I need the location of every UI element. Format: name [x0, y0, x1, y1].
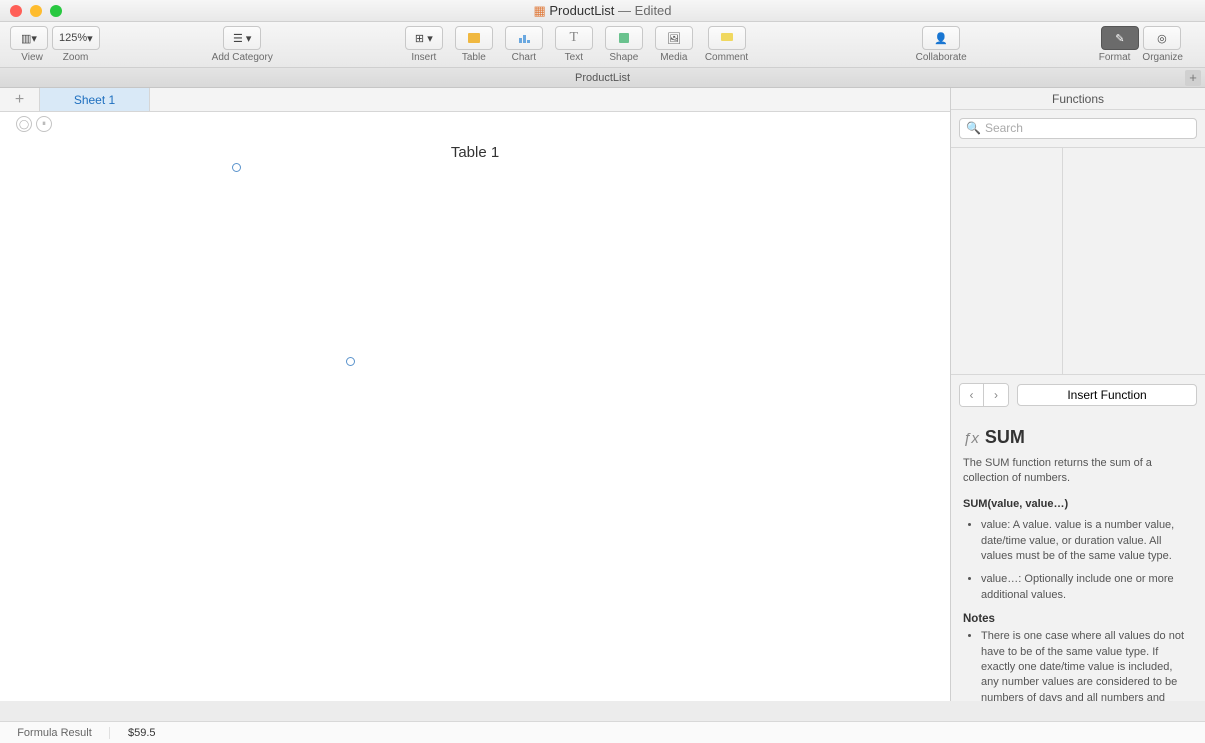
insert-label: Insert: [411, 52, 436, 63]
formula-result-value: $59.5: [110, 727, 156, 739]
add-category-button[interactable]: ☰ ▾: [223, 26, 261, 50]
format-label: Format: [1099, 52, 1131, 63]
table-button[interactable]: [455, 26, 493, 50]
function-list[interactable]: [1063, 148, 1205, 374]
plus-box-icon: ⊞ ▾: [415, 32, 433, 45]
sheet-tab[interactable]: Sheet 1: [40, 88, 150, 111]
function-forward-button[interactable]: ›: [984, 384, 1008, 406]
statusbar: Formula Result $59.5: [0, 721, 1205, 743]
inspector-title: Functions: [951, 88, 1205, 110]
sidebar-icon: ▥▾: [21, 32, 37, 45]
selection-handle-bottom[interactable]: [346, 357, 355, 366]
person-icon: 👤: [934, 32, 948, 45]
formula-result-label: Formula Result: [0, 727, 110, 739]
document-subheader: ProductList +: [0, 68, 1205, 88]
inspector-panel: Functions 🔍 Search ‹ › Insert Function ƒ…: [950, 88, 1205, 701]
chart-button[interactable]: [505, 26, 543, 50]
insert-button[interactable]: ⊞ ▾: [405, 26, 443, 50]
shape-button[interactable]: [605, 26, 643, 50]
shape-label: Shape: [609, 52, 638, 63]
selection-handle-top[interactable]: [232, 163, 241, 172]
sheet-tabs: + Sheet 1: [0, 88, 950, 112]
window-title: ▦ ProductList — Edited: [533, 3, 671, 19]
function-search-input[interactable]: 🔍 Search: [959, 118, 1197, 138]
function-detail: ƒxSUM The SUM function returns the sum o…: [951, 415, 1205, 701]
brush-icon: ✎: [1115, 32, 1124, 45]
format-button[interactable]: ✎: [1101, 26, 1139, 50]
organize-icon: ◎: [1157, 32, 1167, 45]
search-icon: 🔍: [966, 121, 981, 135]
table-icon: [466, 30, 482, 46]
toolbar: ▥▾ 125% ▾ View Zoom ☰ ▾ Add Category ⊞ ▾…: [0, 22, 1205, 68]
text-label: Text: [565, 52, 583, 63]
minimize-window-button[interactable]: [30, 5, 42, 17]
collaborate-button[interactable]: 👤: [922, 26, 960, 50]
select-all-handle[interactable]: ◯: [16, 116, 32, 132]
zoom-label: Zoom: [63, 52, 89, 63]
function-back-button[interactable]: ‹: [960, 384, 984, 406]
table-title[interactable]: Table 1: [0, 144, 950, 161]
view-label: View: [21, 52, 43, 63]
column-settings-handle[interactable]: ⏸: [36, 116, 52, 132]
zoom-window-button[interactable]: [50, 5, 62, 17]
view-button[interactable]: ▥▾: [10, 26, 48, 50]
titlebar: ▦ ProductList — Edited: [0, 0, 1205, 22]
comment-label: Comment: [705, 52, 748, 63]
organize-button[interactable]: ◎: [1143, 26, 1181, 50]
media-label: Media: [660, 52, 687, 63]
add-category-label: Add Category: [212, 52, 273, 63]
media-button[interactable]: 🖼: [655, 26, 693, 50]
chart-icon: [516, 30, 532, 46]
add-sheet-subheader-button[interactable]: +: [1185, 70, 1201, 86]
zoom-dropdown[interactable]: 125% ▾: [52, 26, 100, 50]
text-icon: T: [570, 30, 579, 46]
collaborate-label: Collaborate: [916, 52, 967, 63]
insert-function-button[interactable]: Insert Function: [1017, 384, 1197, 406]
chart-label: Chart: [512, 52, 536, 63]
comment-icon: [719, 30, 735, 46]
table-label: Table: [462, 52, 486, 63]
text-button[interactable]: T: [555, 26, 593, 50]
image-icon: 🖼: [667, 32, 681, 45]
comment-button[interactable]: [708, 26, 746, 50]
shape-icon: [616, 30, 632, 46]
add-sheet-button[interactable]: +: [0, 88, 40, 111]
function-category-list[interactable]: [951, 148, 1063, 374]
list-icon: ☰ ▾: [233, 32, 251, 45]
close-window-button[interactable]: [10, 5, 22, 17]
organize-label: Organize: [1142, 52, 1183, 63]
